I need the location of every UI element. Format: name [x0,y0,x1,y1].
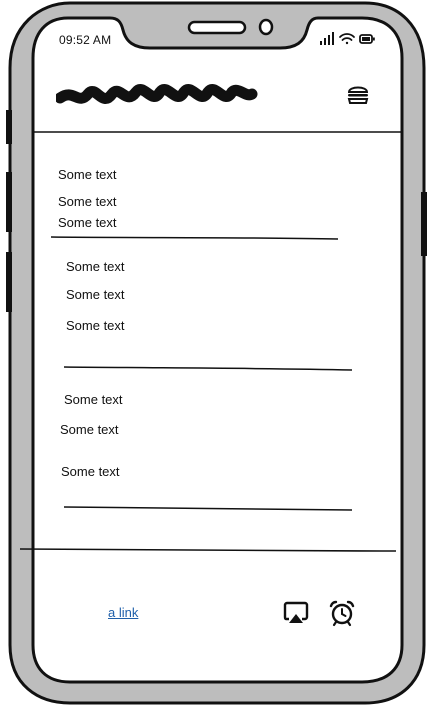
hamburger-menu-icon[interactable] [345,83,371,107]
phone-mockup: 09:52 AM Some text Some text Some text S… [0,0,433,706]
content-text: Some text [64,392,123,407]
status-time: 09:52 AM [59,33,112,47]
divider [63,366,353,371]
battery-icon [359,34,375,44]
content-text: Some text [66,259,125,274]
signal-icon [320,32,334,45]
speaker-icon [187,18,274,36]
content-text: Some text [58,167,117,182]
content-text: Some text [58,215,117,230]
content-text: Some text [66,318,125,333]
divider [50,236,339,240]
status-icons [320,32,375,45]
divider [63,506,353,511]
content-text: Some text [60,422,119,437]
content-text: Some text [61,464,120,479]
alarm-clock-icon[interactable] [328,599,356,627]
airplay-icon[interactable] [283,601,311,627]
content-text: Some text [58,194,117,209]
scribble-logo-icon [56,84,258,104]
content-text: Some text [66,287,125,302]
footer-link[interactable]: a link [108,605,138,620]
wifi-icon [339,33,355,45]
